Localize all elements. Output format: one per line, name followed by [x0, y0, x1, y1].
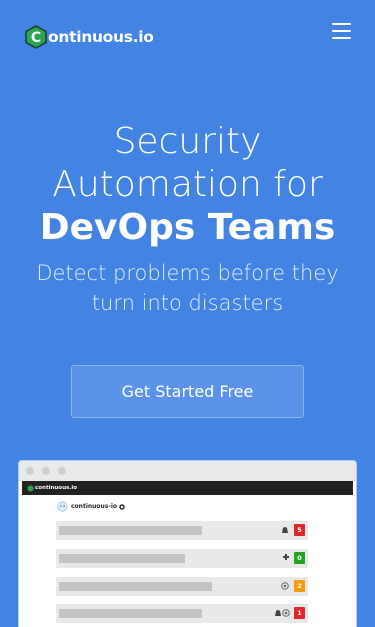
- menu-button[interactable]: [332, 23, 351, 41]
- logo-letter: C: [31, 30, 41, 46]
- hero-subtitle: Detect problems before they turn into di…: [36, 261, 339, 315]
- chrome-icon: [282, 609, 290, 617]
- repo-name-placeholder: [59, 526, 202, 535]
- issue-count-badge: 1: [294, 607, 305, 619]
- window-dot: [58, 467, 66, 475]
- window-dot: [42, 467, 50, 475]
- continuous-logo-icon: [27, 484, 34, 492]
- window-chrome: [19, 461, 356, 481]
- hero-section: Security Automation for DevOps Teams Det…: [0, 120, 375, 318]
- product-preview-window: continuous.io continuous-io 5 0 2 1: [19, 461, 356, 627]
- issue-count-badge: 5: [294, 524, 305, 536]
- hero-headline-line-1: Security: [113, 121, 262, 162]
- window-dot: [26, 467, 34, 475]
- hamburger-icon-line: [332, 37, 351, 39]
- repo-name-placeholder: [59, 554, 185, 563]
- site-header: C ontinuous.io: [0, 0, 375, 75]
- hero-headline-line-2: Automation for: [52, 164, 323, 205]
- repo-name-placeholder: [59, 609, 202, 618]
- repo-row: 2: [56, 577, 308, 596]
- puzzle-icon: [283, 554, 289, 560]
- issue-count-badge: 0: [294, 552, 305, 564]
- repo-row: 5: [56, 521, 308, 540]
- linux-icon: [282, 527, 288, 533]
- issue-count-badge: 2: [294, 580, 305, 592]
- hamburger-icon: [332, 23, 351, 25]
- hamburger-icon-line: [332, 30, 351, 32]
- continuous-logo-icon: C: [25, 25, 47, 49]
- preview-app-name: continuous.io: [35, 485, 78, 491]
- repo-row: 1: [56, 604, 308, 623]
- github-icon: [119, 503, 125, 510]
- octocat-avatar-icon: [57, 501, 68, 512]
- linux-icon: [275, 610, 281, 616]
- logo[interactable]: C ontinuous.io: [24, 25, 154, 49]
- preview-org-header: continuous-io: [57, 501, 125, 512]
- hero-headline-emphasis: DevOps Teams: [39, 207, 336, 248]
- preview-app-bar: continuous.io: [22, 481, 353, 495]
- chrome-icon: [281, 582, 289, 590]
- preview-org-name: continuous-io: [71, 503, 118, 510]
- get-started-button[interactable]: Get Started Free: [71, 365, 304, 418]
- logo-text: ontinuous.io: [48, 28, 154, 46]
- repo-name-placeholder: [59, 582, 212, 591]
- repo-row: 0: [56, 549, 308, 568]
